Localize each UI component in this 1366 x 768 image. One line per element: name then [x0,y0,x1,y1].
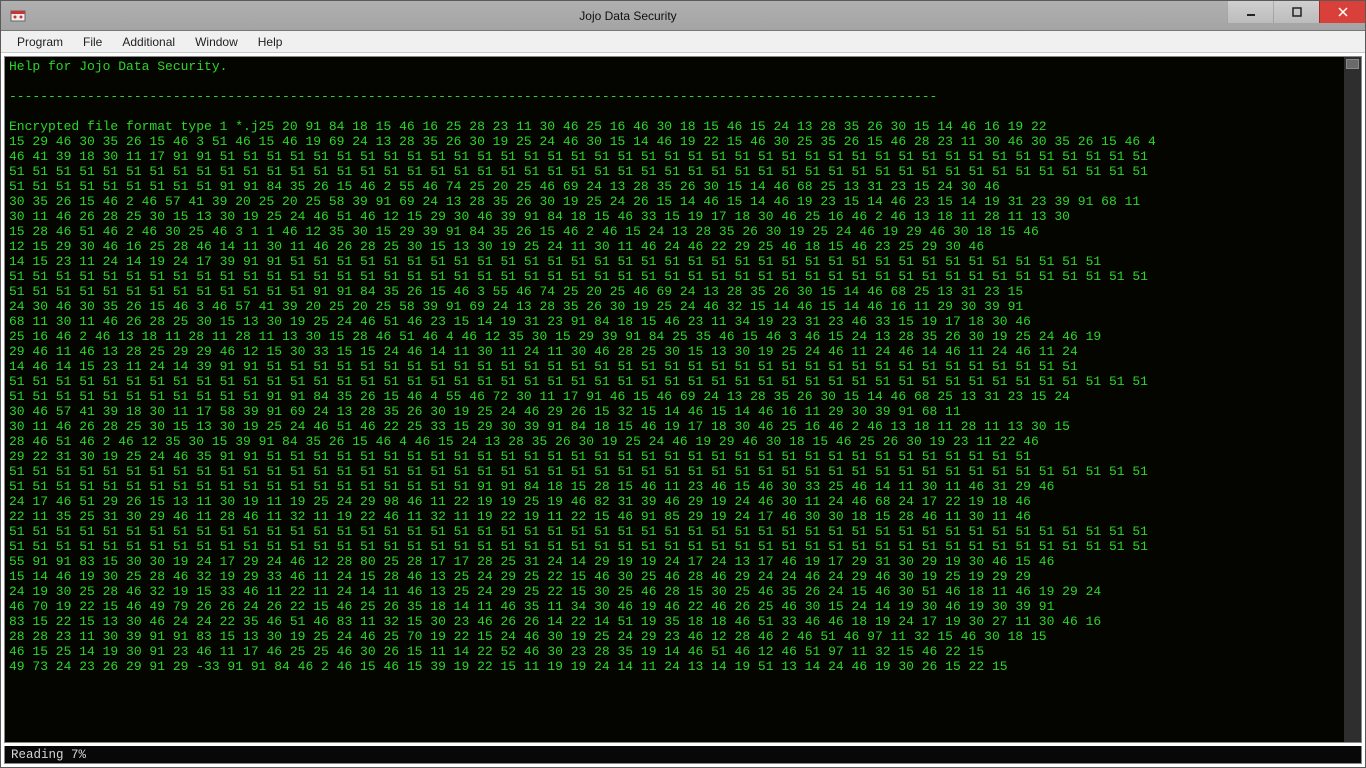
console-divider: ----------------------------------------… [9,89,937,104]
console-line: 51 51 51 51 51 51 51 51 51 51 51 51 51 5… [9,479,1054,494]
console-line: 28 28 23 11 30 39 91 91 83 15 13 30 19 2… [9,629,1047,644]
window-title: Jojo Data Security [31,9,1365,23]
titlebar[interactable]: Jojo Data Security [1,1,1365,31]
console-line: 51 51 51 51 51 51 51 51 51 51 51 51 51 5… [9,374,1148,389]
console-line: 51 51 51 51 51 51 51 51 51 91 91 84 35 2… [9,179,1000,194]
maximize-button[interactable] [1273,1,1319,23]
console-line: 14 15 23 11 24 14 19 24 17 39 91 91 51 5… [9,254,1101,269]
console-line: 30 35 26 15 46 2 46 57 41 39 20 25 20 25… [9,194,1140,209]
console-intro: Encrypted file format type 1 *.j25 20 91… [9,119,1047,134]
vertical-scrollbar[interactable] [1344,57,1361,742]
console-line: 28 46 51 46 2 46 12 35 30 15 39 91 84 35… [9,434,1039,449]
console-line: 22 11 35 25 31 30 29 46 11 28 46 11 32 1… [9,509,1031,524]
console-line: 15 14 46 19 30 25 28 46 32 19 29 33 46 1… [9,569,1031,584]
console-line: 30 46 57 41 39 18 30 11 17 58 39 91 69 2… [9,404,961,419]
console-line: 46 70 19 22 15 46 49 79 26 26 24 26 22 1… [9,599,1054,614]
console-line: 51 51 51 51 51 51 51 51 51 51 51 51 51 5… [9,164,1148,179]
console-line: 49 73 24 23 26 29 91 29 -33 91 91 84 46 … [9,659,1008,674]
minimize-button[interactable] [1227,1,1273,23]
console-line: 30 11 46 26 28 25 30 15 13 30 19 25 24 4… [9,209,1070,224]
console-line: 24 19 30 25 28 46 32 19 15 33 46 11 22 1… [9,584,1101,599]
app-window: Jojo Data Security Program File Addition… [0,0,1366,768]
app-icon [5,1,31,31]
console-line: 51 51 51 51 51 51 51 51 51 51 51 51 51 5… [9,464,1148,479]
console-line: 68 11 30 11 46 26 28 25 30 15 13 30 19 2… [9,314,1031,329]
console-line: 51 51 51 51 51 51 51 51 51 51 51 51 51 5… [9,539,1148,554]
console-line: 55 91 91 83 15 30 30 19 24 17 29 24 46 1… [9,554,1054,569]
console-line: 25 16 46 2 46 13 18 11 28 11 28 11 13 30… [9,329,1101,344]
console-line: 29 46 11 46 13 28 25 29 29 46 12 15 30 3… [9,344,1078,359]
console-line: 12 15 29 30 46 16 25 28 46 14 11 30 11 4… [9,239,984,254]
statusbar: Reading 7% [4,746,1362,764]
menu-program[interactable]: Program [7,31,73,52]
console-line: 15 28 46 51 46 2 46 30 25 46 3 1 1 46 12… [9,224,1039,239]
console-line: 46 15 25 14 19 30 91 23 46 11 17 46 25 2… [9,644,984,659]
console-view[interactable]: Help for Jojo Data Security. -----------… [4,56,1362,743]
console-line: 46 41 39 18 30 11 17 91 91 51 51 51 51 5… [9,149,1148,164]
console-line: 15 29 46 30 35 26 15 46 3 51 46 15 46 19… [9,134,1156,149]
console-line: 83 15 22 15 13 30 46 24 24 22 35 46 51 4… [9,614,1101,629]
console-line: 24 30 46 30 35 26 15 46 3 46 57 41 39 20… [9,299,1023,314]
console-line: 51 51 51 51 51 51 51 51 51 51 51 51 51 5… [9,524,1148,539]
close-button[interactable] [1319,1,1365,23]
menu-file[interactable]: File [73,31,112,52]
status-text: Reading 7% [11,748,86,762]
console-line: 51 51 51 51 51 51 51 51 51 51 51 51 51 9… [9,284,1023,299]
scrollbar-thumb[interactable] [1346,59,1359,69]
console-line: 24 17 46 51 29 26 15 13 11 30 19 11 19 2… [9,494,1031,509]
console-line: 51 51 51 51 51 51 51 51 51 51 51 91 91 8… [9,389,1070,404]
menu-additional[interactable]: Additional [112,31,185,52]
console-line: 30 11 46 26 28 25 30 15 13 30 19 25 24 4… [9,419,1070,434]
console-line: 51 51 51 51 51 51 51 51 51 51 51 51 51 5… [9,269,1148,284]
menubar: Program File Additional Window Help [1,31,1365,53]
console-line: 29 22 31 30 19 25 24 46 35 91 91 51 51 5… [9,449,1031,464]
menu-help[interactable]: Help [248,31,293,52]
console-header: Help for Jojo Data Security. [9,59,227,74]
menu-window[interactable]: Window [185,31,248,52]
console-line: 14 46 14 15 23 11 24 14 39 91 91 51 51 5… [9,359,1078,374]
